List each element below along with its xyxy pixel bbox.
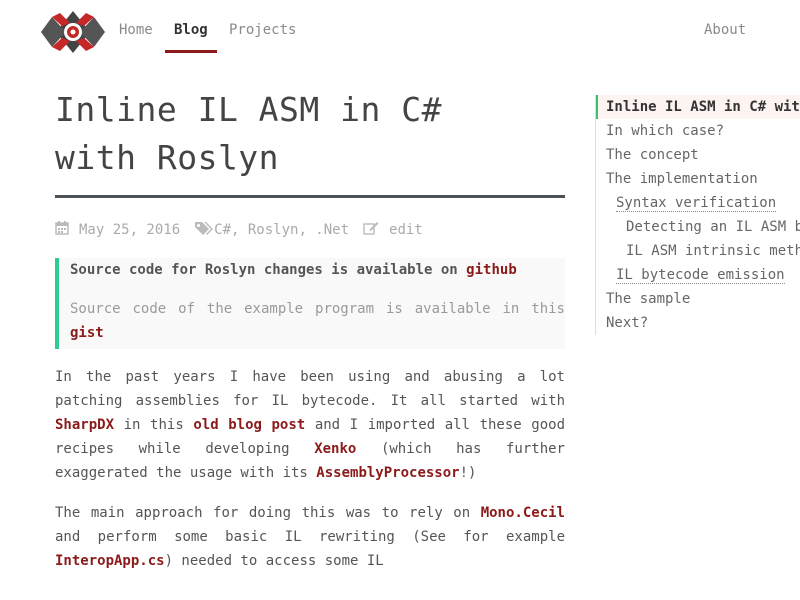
assemblyprocessor-link[interactable]: AssemblyProcessor [316,465,459,481]
page-title-line2: with Roslyn [55,138,280,177]
text: ) needed to access some IL [164,553,384,569]
page-title: Inline IL ASM in C# with Roslyn [55,86,565,182]
post-meta: May 25, 2016 C#, Roslyn, .Net edit [55,220,565,240]
nav-blog[interactable]: Blog [165,22,217,53]
tags-icon [194,221,214,239]
edit-link[interactable]: edit [389,222,423,238]
toc-item-syntax-verification[interactable]: Syntax verification [596,191,800,215]
text: In the past years I have been using and … [55,369,565,409]
page-title-line1: Inline IL ASM in C# [55,90,442,129]
post-date: May 25, 2016 [79,222,181,238]
toc-item-sample[interactable]: The sample [596,287,800,311]
text: and perform some basic IL rewriting (See… [55,529,565,545]
post-tags[interactable]: C#, Roslyn, .Net [214,222,349,238]
callout-roslyn: Source code for Roslyn changes is availa… [70,258,565,282]
callout-example: Source code of the example program is av… [70,282,565,349]
edit-icon [363,221,379,239]
toc-item-which-case[interactable]: In which case? [596,119,800,143]
toc-item-detecting-block[interactable]: Detecting an IL ASM block [596,215,800,239]
toc-item-intrinsic-method[interactable]: IL ASM intrinsic method [596,239,800,263]
text: The main approach for doing this was to … [55,505,481,521]
site-logo[interactable] [40,9,106,55]
toc-item-inline-il-asm[interactable]: Inline IL ASM in C# with Roslyn [596,95,800,119]
xenko-link[interactable]: Xenko [314,441,356,457]
nav-about[interactable]: About [704,22,746,50]
callout-example-text: Source code of the example program is av… [70,301,565,317]
toc-item-concept[interactable]: The concept [596,143,800,167]
intro-paragraph: In the past years I have been using and … [55,365,565,485]
toc-item-next[interactable]: Next? [596,311,800,335]
source-callout: Source code for Roslyn changes is availa… [55,258,565,349]
logo-icon [41,11,105,53]
interopapp-link[interactable]: InteropApp.cs [55,553,165,569]
nav-projects[interactable]: Projects [229,22,296,50]
toc-item-implementation[interactable]: The implementation [596,167,800,191]
article: Inline IL ASM in C# with Roslyn May 25, … [55,86,565,573]
toc-label: Syntax verification [616,195,777,212]
site-header: Home Blog Projects About [0,0,800,60]
sharpdx-link[interactable]: SharpDX [55,417,114,433]
text: !) [459,465,477,481]
old-blog-post-link[interactable]: old blog post [193,417,305,433]
title-divider [55,195,565,198]
callout-roslyn-text: Source code for Roslyn changes is availa… [70,262,458,278]
approach-paragraph: The main approach for doing this was to … [55,501,565,573]
table-of-contents: Inline IL ASM in C# with Roslyn In which… [595,95,800,335]
mono-cecil-link[interactable]: Mono.Cecil [481,505,565,521]
text: in this [114,417,194,433]
gist-link[interactable]: gist [70,325,104,341]
calendar-icon [55,221,69,239]
toc-item-bytecode-emission[interactable]: IL bytecode emission [596,263,800,287]
github-link[interactable]: github [466,262,517,278]
toc-label: IL bytecode emission [616,267,785,284]
nav-home[interactable]: Home [119,22,153,50]
